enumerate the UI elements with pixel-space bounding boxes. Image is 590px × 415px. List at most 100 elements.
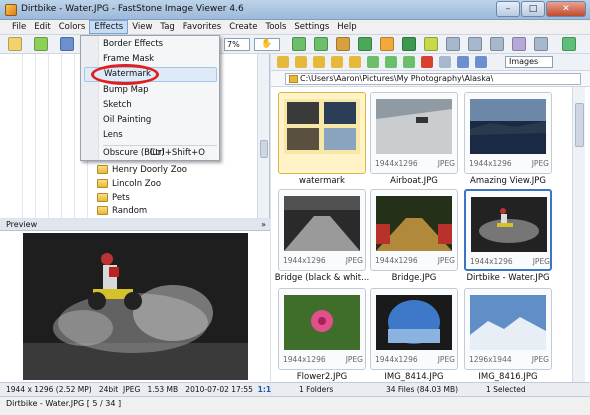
thumbnail-flower2[interactable]: 1944x1296 JPEG Flower2.JPG bbox=[278, 288, 366, 386]
save-icon[interactable] bbox=[60, 37, 74, 51]
tree-scrollbar[interactable] bbox=[257, 54, 269, 218]
tree-item[interactable]: Random bbox=[97, 204, 147, 217]
thumbnail-img-8416[interactable]: 1296x1944 JPEG IMG_8416.JPG bbox=[464, 288, 552, 386]
menu-item-bump-map[interactable]: Bump Map bbox=[103, 83, 149, 98]
email-icon[interactable] bbox=[512, 37, 526, 51]
actual-size-button[interactable]: 1:1 bbox=[258, 385, 271, 394]
lighting-icon[interactable] bbox=[424, 37, 438, 51]
back-icon[interactable] bbox=[277, 56, 289, 68]
amazing-view-image bbox=[470, 99, 546, 154]
acquire-icon[interactable] bbox=[34, 37, 48, 51]
view-mode-select[interactable]: Images bbox=[505, 56, 553, 68]
menu-file[interactable]: File bbox=[8, 20, 30, 34]
thumbnail-dimensions: 1944x1296 bbox=[283, 355, 326, 364]
menu-item-sketch[interactable]: Sketch bbox=[103, 98, 132, 113]
tree-item[interactable]: Henry Doorly Zoo bbox=[97, 163, 187, 176]
rotate-left-icon[interactable] bbox=[292, 37, 306, 51]
airplane-window-image bbox=[376, 295, 452, 350]
preview-collapse-button[interactable]: » bbox=[261, 219, 266, 231]
thumbnail-name: Flower2.JPG bbox=[296, 372, 348, 382]
thumbnail-format: JPEG bbox=[437, 256, 455, 265]
thumbnail-dimensions: 1944x1296 bbox=[469, 159, 512, 168]
menu-help[interactable]: Help bbox=[333, 20, 360, 34]
crop-icon[interactable] bbox=[336, 37, 350, 51]
thumbnail-airboat[interactable]: 1944x1296 JPEG Airboat.JPG bbox=[370, 92, 458, 190]
up-folder-icon[interactable] bbox=[313, 56, 325, 68]
forward-icon[interactable] bbox=[295, 56, 307, 68]
address-field[interactable]: C:\Users\Aaron\Pictures\My Photography\A… bbox=[285, 73, 581, 85]
image-format: JPEG bbox=[122, 385, 141, 394]
minimize-button[interactable]: – bbox=[496, 1, 520, 17]
fit-icon[interactable] bbox=[562, 37, 576, 51]
maximize-button[interactable]: □ bbox=[521, 1, 545, 17]
thumbnail-name: Bridge (black & whit... bbox=[274, 273, 370, 283]
menu-favorites[interactable]: Favorites bbox=[179, 20, 225, 34]
folder-icon bbox=[97, 206, 108, 215]
rotate-right-icon[interactable] bbox=[314, 37, 328, 51]
tree-item[interactable]: Pets bbox=[97, 191, 130, 204]
title-bar: Dirtbike - Water.JPG - FastStone Image V… bbox=[0, 0, 590, 20]
scroll-thumb[interactable] bbox=[260, 140, 268, 158]
image-bits: 24bit bbox=[98, 385, 119, 394]
thumbnail-bridge-bw[interactable]: 1944x1296 JPEG Bridge (black & whit... bbox=[275, 189, 369, 287]
thumbnail-dimensions: 1944x1296 bbox=[375, 256, 418, 265]
fullscreen-icon[interactable] bbox=[534, 37, 548, 51]
red-eye-icon[interactable] bbox=[402, 37, 416, 51]
filter-icon[interactable] bbox=[475, 56, 487, 68]
image-size: 1.53 MB bbox=[147, 385, 179, 394]
thumbnail-format: JPEG bbox=[345, 256, 363, 265]
menu-create[interactable]: Create bbox=[225, 20, 261, 34]
thumbnail-bridge[interactable]: 1944x1296 JPEG Bridge.JPG bbox=[370, 189, 458, 287]
thumbnail-format: JPEG bbox=[437, 355, 455, 364]
move-to-icon[interactable] bbox=[385, 56, 397, 68]
refresh-icon[interactable] bbox=[349, 56, 361, 68]
folder-icon bbox=[97, 193, 108, 202]
menu-tag[interactable]: Tag bbox=[156, 20, 178, 34]
folder-icon bbox=[97, 165, 108, 174]
menu-view[interactable]: View bbox=[128, 20, 156, 34]
new-folder-icon[interactable] bbox=[331, 56, 343, 68]
menu-item-lens[interactable]: Lens bbox=[103, 128, 123, 143]
menu-tools[interactable]: Tools bbox=[261, 20, 290, 34]
thumbnail-folder-watermark[interactable]: watermark bbox=[278, 92, 366, 190]
scroll-thumb[interactable] bbox=[575, 103, 584, 147]
zoom-select[interactable]: 7% bbox=[224, 38, 250, 51]
menu-effects[interactable]: Effects bbox=[89, 20, 129, 34]
delete-icon[interactable] bbox=[421, 56, 433, 68]
folder-preview-image bbox=[284, 99, 360, 154]
menu-colors[interactable]: Colors bbox=[55, 20, 90, 34]
thumbnail-name: Bridge.JPG bbox=[391, 273, 437, 283]
compare-icon[interactable] bbox=[446, 37, 460, 51]
adjust-icon[interactable] bbox=[380, 37, 394, 51]
thumbnail-dimensions: 1944x1296 bbox=[375, 159, 418, 168]
hand-tool-button[interactable]: ✋ bbox=[254, 38, 280, 51]
preview-image bbox=[23, 233, 248, 380]
close-button[interactable]: ✕ bbox=[546, 1, 586, 17]
copy-to-icon[interactable] bbox=[367, 56, 379, 68]
rename-icon[interactable] bbox=[403, 56, 415, 68]
thumbnail-img-8414[interactable]: 1944x1296 JPEG IMG_8414.JPG bbox=[370, 288, 458, 386]
open-folder-icon[interactable] bbox=[8, 37, 22, 51]
thumbnail-frame: 1944x1296 JPEG bbox=[278, 189, 366, 271]
thumbnail-frame: 1944x1296 JPEG bbox=[370, 92, 458, 174]
tree-guide-lines bbox=[10, 54, 90, 218]
slideshow-icon[interactable] bbox=[468, 37, 482, 51]
tree-item[interactable]: Lincoln Zoo bbox=[97, 177, 161, 190]
tree-item-label: Henry Doorly Zoo bbox=[112, 164, 187, 175]
menu-edit[interactable]: Edit bbox=[30, 20, 54, 34]
thumbnail-amazing-view[interactable]: 1944x1296 JPEG Amazing View.JPG bbox=[464, 92, 552, 190]
select-all-icon[interactable] bbox=[439, 56, 451, 68]
thumbnail-format: JPEG bbox=[345, 355, 363, 364]
menu-item-oil-painting[interactable]: Oil Painting bbox=[103, 113, 151, 128]
sort-icon[interactable] bbox=[457, 56, 469, 68]
menu-icon-strip bbox=[81, 36, 99, 160]
menu-settings[interactable]: Settings bbox=[290, 20, 333, 34]
menu-item-border-effects[interactable]: Border Effects bbox=[103, 37, 163, 52]
resize-icon[interactable] bbox=[358, 37, 372, 51]
thumbnail-name: IMG_8416.JPG bbox=[478, 372, 538, 382]
thumbnail-dimensions: 1944x1296 bbox=[470, 257, 513, 266]
grid-icon[interactable] bbox=[490, 37, 504, 51]
menu-item-obscure[interactable]: Obscure (Blur) Ctrl+Shift+O bbox=[103, 146, 217, 161]
thumbnail-dirtbike-water[interactable]: 1944x1296 JPEG Dirtbike - Water.JPG bbox=[464, 189, 552, 287]
thumbnail-scrollbar[interactable] bbox=[572, 87, 585, 382]
